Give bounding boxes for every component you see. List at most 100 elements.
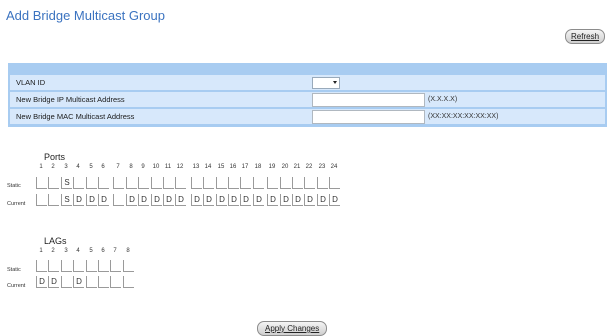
multicast-group-form: VLAN ID New Bridge IP Multicast Address … [8,63,607,127]
port-number: 4 [76,164,80,170]
port-current-cell: D [163,194,174,206]
port-static-cell[interactable] [86,177,97,189]
port-number: 8 [129,164,133,170]
port-number: 18 [254,164,262,170]
port-current-cell [36,194,47,206]
port-number: 12 [176,164,184,170]
port-static-cell[interactable] [175,177,186,189]
port-static-cell[interactable] [36,177,47,189]
port-static-cell[interactable] [151,177,162,189]
port-number: 14 [204,164,212,170]
port-current-cell: D [73,194,84,206]
port-current-cell: D [175,194,186,206]
port-static-cell[interactable] [73,177,84,189]
port-number: 16 [229,164,237,170]
port-static-cell[interactable] [216,177,227,189]
port-static-cell[interactable] [138,177,149,189]
port-current-cell: D [216,194,227,206]
port-number: 20 [281,164,289,170]
port-number: 19 [268,164,276,170]
port-static-cell[interactable] [317,177,328,189]
port-static-cell[interactable] [267,177,278,189]
lags-current-label: Current [7,283,26,289]
port-number: 15 [217,164,225,170]
mac-multicast-label: New Bridge MAC Multicast Address [16,112,135,121]
port-static-cell[interactable] [203,177,214,189]
port-number: 21 [293,164,301,170]
lag-static-cell[interactable] [123,260,134,272]
port-static-cell[interactable] [253,177,264,189]
port-current-cell: D [126,194,137,206]
mac-format-hint: (XX:XX:XX:XX:XX:XX) [428,113,499,120]
lag-static-cell[interactable] [73,260,84,272]
mac-multicast-input[interactable] [312,110,425,124]
lag-static-cell[interactable] [86,260,97,272]
ports-title: Ports [44,152,66,162]
port-number: 11 [164,164,172,170]
port-current-cell: D [329,194,340,206]
lags-static-label: Static [7,267,21,273]
vlan-id-row: VLAN ID [10,75,605,90]
port-current-cell: D [292,194,303,206]
vlan-id-label: VLAN ID [16,78,46,87]
lag-number: 7 [113,248,117,254]
lag-current-cell: D [73,276,84,288]
port-static-cell[interactable]: S [61,177,72,189]
ip-multicast-input[interactable] [312,93,425,107]
port-number: 13 [192,164,200,170]
port-number: 10 [152,164,160,170]
port-static-cell[interactable] [304,177,315,189]
lag-number: 3 [64,248,68,254]
port-static-cell[interactable] [280,177,291,189]
lag-number: 8 [126,248,130,254]
ip-format-hint: (X.X.X.X) [428,96,458,103]
port-current-cell: D [228,194,239,206]
port-current-cell: D [280,194,291,206]
form-header-bar [8,63,607,73]
lag-current-cell: D [36,276,47,288]
lag-static-cell[interactable] [110,260,121,272]
port-static-cell[interactable] [113,177,124,189]
port-number: 9 [141,164,145,170]
port-static-cell[interactable] [48,177,59,189]
port-static-cell[interactable] [98,177,109,189]
chevron-down-icon [333,81,337,84]
port-current-cell: D [253,194,264,206]
port-current-cell [48,194,59,206]
port-number: 24 [330,164,338,170]
port-current-cell [113,194,124,206]
refresh-button[interactable]: Refresh [565,29,606,44]
port-current-cell: D [191,194,202,206]
port-current-cell: D [317,194,328,206]
port-number: 7 [116,164,120,170]
port-static-cell[interactable] [191,177,202,189]
port-current-cell: D [240,194,251,206]
lag-current-cell [98,276,109,288]
port-static-cell[interactable] [126,177,137,189]
port-current-cell: D [304,194,315,206]
lag-static-cell[interactable] [98,260,109,272]
lag-static-cell[interactable] [61,260,72,272]
port-static-cell[interactable] [292,177,303,189]
mac-multicast-row: New Bridge MAC Multicast Address (XX:XX:… [10,109,605,124]
ip-multicast-row: New Bridge IP Multicast Address (X.X.X.X… [10,92,605,107]
port-static-cell[interactable] [329,177,340,189]
port-number: 6 [101,164,105,170]
lag-static-cell[interactable] [36,260,47,272]
port-static-cell[interactable] [163,177,174,189]
ip-multicast-label: New Bridge IP Multicast Address [16,95,125,104]
page-title: Add Bridge Multicast Group [6,8,165,23]
lag-number: 5 [89,248,93,254]
ports-current-label: Current [7,201,26,207]
port-current-cell: D [267,194,278,206]
port-number: 23 [318,164,326,170]
lag-static-cell[interactable] [48,260,59,272]
lags-title: LAGs [44,236,67,246]
port-static-cell[interactable] [228,177,239,189]
lag-number: 6 [101,248,105,254]
lag-current-cell [86,276,97,288]
port-current-cell: D [98,194,109,206]
ports-static-label: Static [7,183,21,189]
vlan-id-select[interactable] [312,77,340,89]
port-static-cell[interactable] [240,177,251,189]
